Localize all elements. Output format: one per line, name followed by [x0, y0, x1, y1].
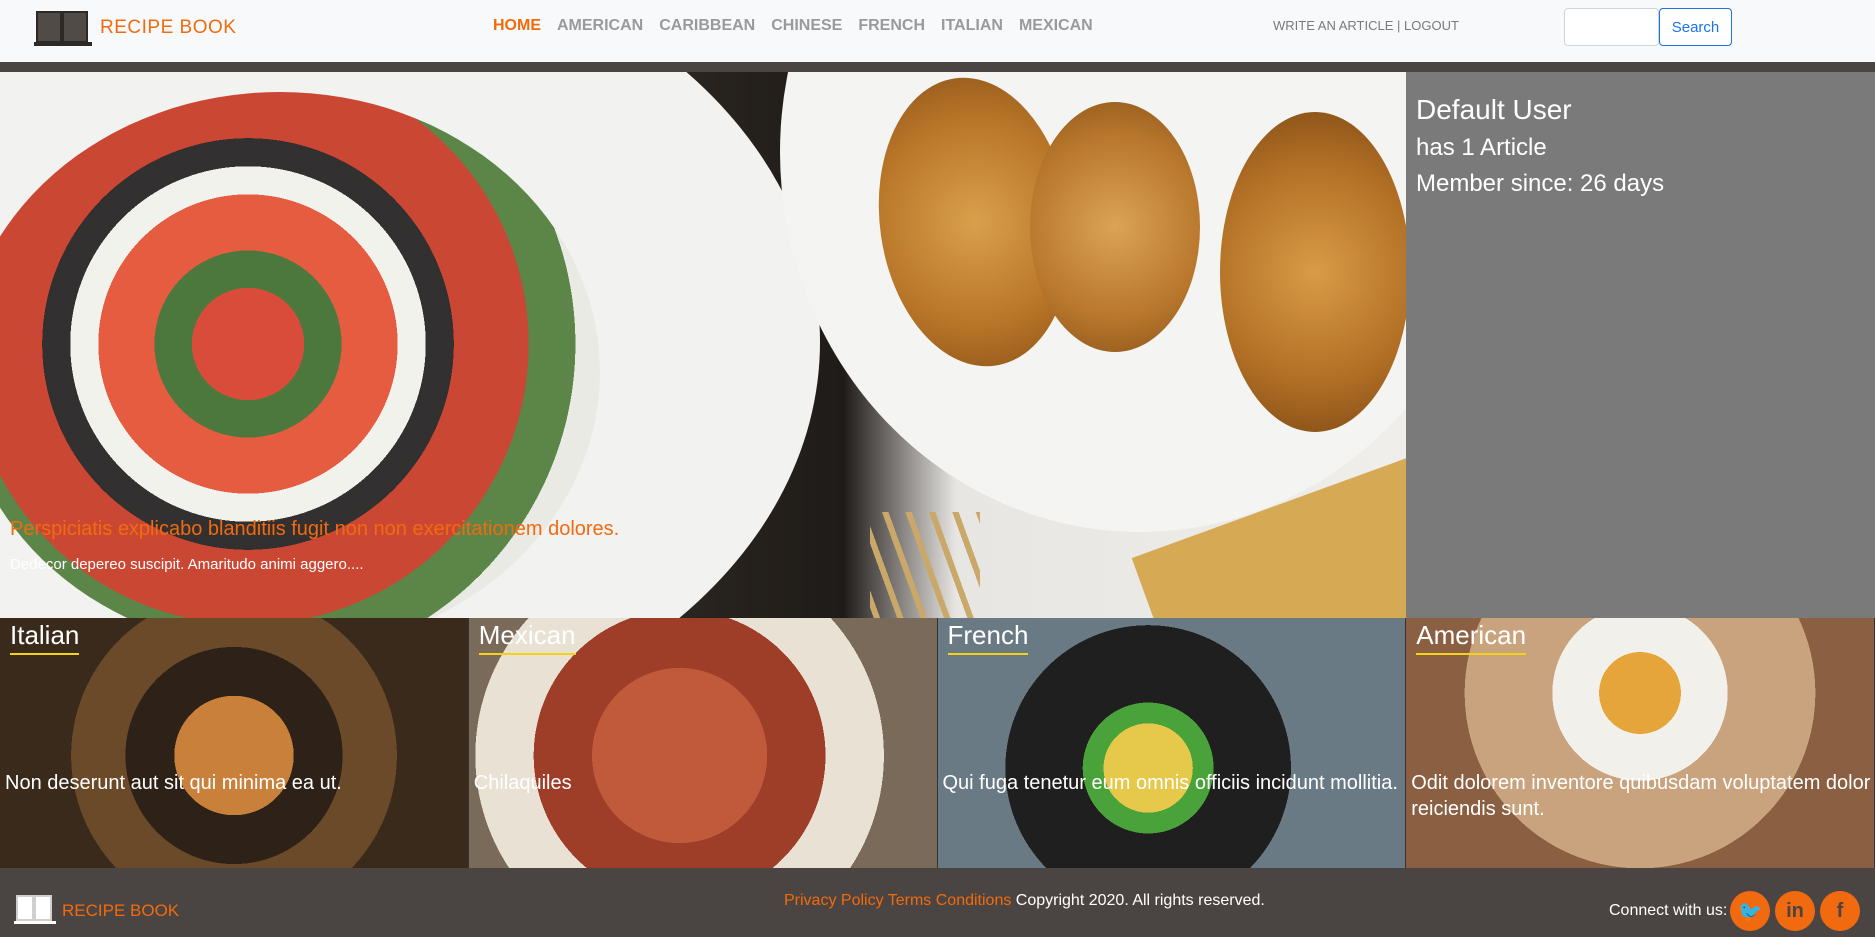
top-navbar: RECIPE BOOK HOME AMERICAN CARIBBEAN CHIN…	[0, 0, 1875, 67]
write-article-link[interactable]: WRITE AN ARTICLE	[1273, 18, 1393, 33]
profile-article-count: has 1 Article	[1416, 134, 1547, 161]
category-card-american[interactable]: American Odit dolorem inventore quibusda…	[1406, 618, 1875, 868]
nav-italian[interactable]: ITALIAN	[941, 17, 1003, 35]
nav-american[interactable]: AMERICAN	[557, 17, 643, 35]
category-card-mexican[interactable]: Mexican Chilaquiles	[468, 618, 938, 868]
user-profile-panel: Default User has 1 Article Member since:…	[1406, 72, 1875, 618]
link-separator: |	[1397, 18, 1401, 33]
nav-caribbean[interactable]: CARIBBEAN	[659, 17, 755, 35]
footer-brand-name: RECIPE BOOK	[62, 901, 180, 920]
card-category[interactable]: Italian	[10, 620, 80, 655]
connect-label: Connect with us:	[1609, 902, 1728, 919]
search-button[interactable]: Search	[1659, 8, 1732, 46]
linkedin-icon[interactable]: in	[1775, 891, 1815, 931]
card-title[interactable]: Non deserunt aut sit qui minima ea ut.	[5, 770, 465, 796]
facebook-icon[interactable]: f	[1820, 891, 1860, 931]
brand-name: RECIPE BOOK	[100, 17, 237, 38]
nav-home[interactable]: HOME	[493, 17, 541, 35]
terms-conditions-link[interactable]: Terms Conditions	[888, 892, 1012, 909]
footer-links: Privacy Policy Terms Conditions Copyrigh…	[784, 892, 1265, 910]
card-title[interactable]: Odit dolorem inventore quibusdam volupta…	[1411, 770, 1871, 822]
user-links: WRITE AN ARTICLE | LOGOUT	[1273, 18, 1459, 33]
hero-subtitle: Dedecor depereo suscipit. Amaritudo anim…	[10, 556, 364, 573]
nav-french[interactable]: FRENCH	[858, 17, 925, 35]
category-nav: HOME AMERICAN CARIBBEAN CHINESE FRENCH I…	[493, 17, 1109, 35]
profile-name: Default User	[1416, 94, 1572, 125]
category-card-italian[interactable]: Italian Non deserunt aut sit qui minima …	[0, 618, 469, 868]
category-card-french[interactable]: French Qui fuga tenetur eum omnis offici…	[937, 618, 1407, 868]
copyright-text: Copyright 2020. All rights reserved.	[1015, 892, 1265, 909]
card-category[interactable]: Mexican	[478, 620, 576, 655]
featured-article-hero[interactable]: Perspiciatis explicabo blanditiis fugit …	[0, 72, 1406, 618]
profile-member-since: Member since: 26 days	[1416, 170, 1665, 197]
card-category[interactable]: American	[1416, 620, 1527, 655]
search-input[interactable]	[1564, 8, 1659, 46]
card-title[interactable]: Qui fuga tenetur eum omnis officiis inci…	[943, 770, 1403, 796]
footer: RECIPE BOOK Privacy Policy Terms Conditi…	[0, 868, 1875, 937]
card-category[interactable]: French	[947, 620, 1029, 655]
book-logo-icon	[34, 9, 92, 47]
privacy-policy-link[interactable]: Privacy Policy	[784, 892, 884, 909]
nav-chinese[interactable]: CHINESE	[771, 17, 842, 35]
twitter-icon[interactable]: 🐦	[1730, 891, 1770, 931]
category-cards: Italian Non deserunt aut sit qui minima …	[0, 618, 1875, 868]
brand-link[interactable]: RECIPE BOOK	[34, 9, 236, 47]
hero-title[interactable]: Perspiciatis explicabo blanditiis fugit …	[10, 518, 619, 541]
book-logo-icon	[14, 894, 58, 928]
footer-brand[interactable]: RECIPE BOOK	[14, 894, 179, 928]
nav-mexican[interactable]: MEXICAN	[1019, 17, 1093, 35]
card-title[interactable]: Chilaquiles	[474, 770, 934, 796]
logout-link[interactable]: LOGOUT	[1404, 18, 1459, 33]
